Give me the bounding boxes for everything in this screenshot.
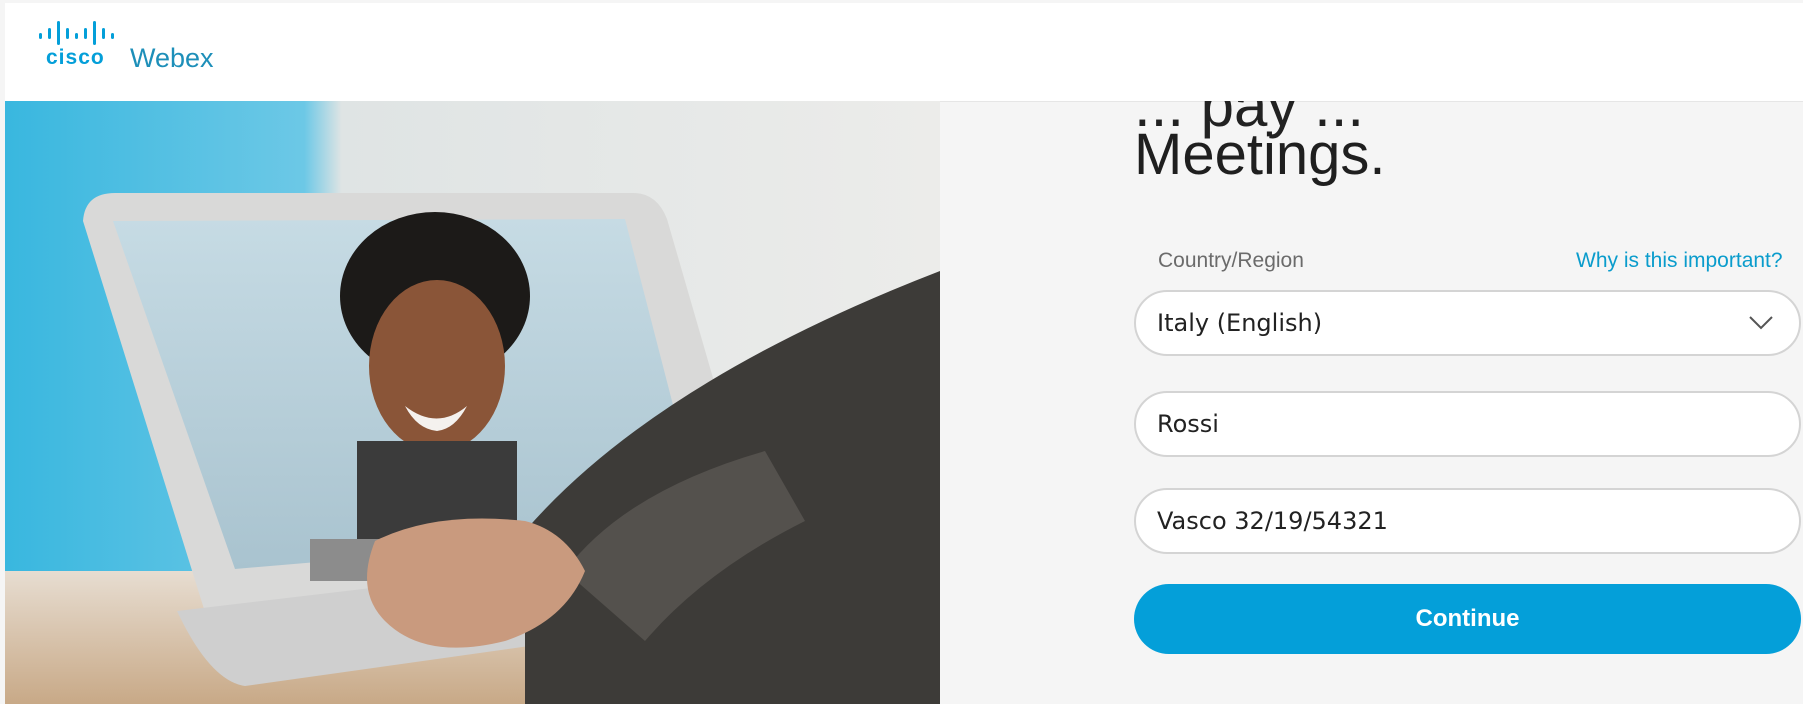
country-region-value: Italy (English) [1157, 309, 1323, 337]
last-name-value: Rossi [1157, 410, 1219, 438]
webex-wordmark: Webex [130, 43, 214, 73]
why-important-link[interactable]: Why is this important? [1576, 249, 1783, 273]
hero-image [5, 101, 940, 704]
cisco-wordmark: cisco [46, 46, 105, 69]
tax-code-value: Vasco 32/19/54321 [1157, 507, 1388, 535]
cisco-webex-logo[interactable]: cisco Webex [39, 19, 269, 75]
page-heading: Meetings. [1134, 122, 1386, 187]
cisco-bars-icon [39, 21, 114, 45]
hero-photo-illustration [5, 101, 940, 704]
chevron-down-icon [1749, 316, 1773, 330]
country-region-select[interactable]: Italy (English) [1134, 290, 1801, 356]
tax-code-input[interactable]: Vasco 32/19/54321 [1134, 488, 1801, 554]
continue-button[interactable]: Continue [1134, 584, 1801, 654]
form-panel: ... pay ... Meetings. Country/Region Why… [940, 101, 1803, 704]
country-region-label: Country/Region [1158, 249, 1304, 272]
last-name-input[interactable]: Rossi [1134, 391, 1801, 457]
top-header: cisco Webex [5, 3, 1803, 102]
